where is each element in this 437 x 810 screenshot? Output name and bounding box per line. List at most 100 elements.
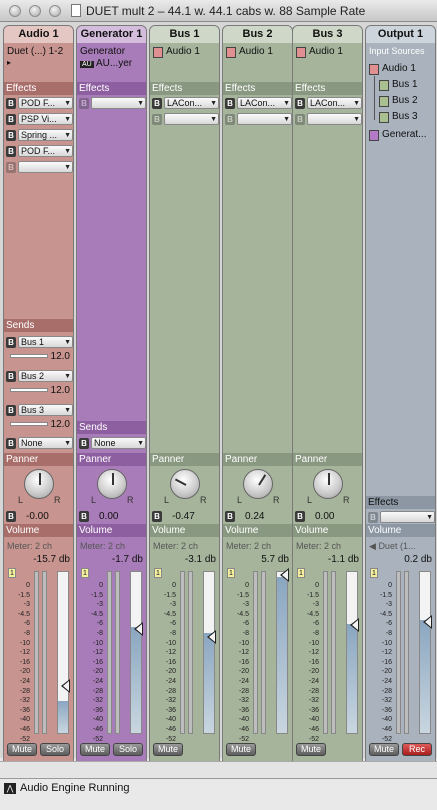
effects-header: Effects xyxy=(293,82,362,95)
channel-strip-bus-2: Bus 2 Audio 1 Effects B LACon... ▼ B ▼ Pa… xyxy=(222,25,293,783)
volume-fader-handle[interactable] xyxy=(280,568,289,582)
disclosure-triangle-icon[interactable]: ▸ xyxy=(7,58,11,67)
effect-slot-empty[interactable]: ▼ xyxy=(307,113,362,125)
volume-fader-handle[interactable] xyxy=(61,679,70,693)
send-destination-3[interactable]: Bus 3 ▼ xyxy=(18,404,73,416)
volume-fader-handle[interactable] xyxy=(350,618,359,632)
send-destination-1[interactable]: Bus 1 ▼ xyxy=(18,336,73,348)
pan-knob[interactable] xyxy=(170,469,200,499)
bypass-button[interactable]: B xyxy=(225,98,235,109)
mute-button[interactable]: Mute xyxy=(153,743,183,756)
volume-fader-track[interactable] xyxy=(203,571,215,734)
bypass-button[interactable]: B xyxy=(6,438,16,449)
volume-header: Volume xyxy=(150,524,219,537)
send-value: 12.0 xyxy=(50,351,70,362)
mute-button[interactable]: Mute xyxy=(7,743,37,756)
send-level-slider[interactable] xyxy=(10,388,48,392)
bypass-button[interactable]: B xyxy=(6,405,16,416)
bypass-button[interactable]: B xyxy=(152,114,162,125)
bypass-button[interactable]: B xyxy=(6,130,16,141)
pan-knob[interactable] xyxy=(243,469,273,499)
chevron-down-icon: ▼ xyxy=(64,100,71,107)
channel-strip-output-1: Output 1 Input Sources Audio 1 Bus 1 Bus… xyxy=(365,25,436,783)
mute-button[interactable]: Mute xyxy=(369,743,399,756)
send-level-slider[interactable] xyxy=(10,422,48,426)
send-destination-2[interactable]: Bus 2 ▼ xyxy=(18,370,73,382)
bypass-button[interactable]: B xyxy=(79,438,89,449)
input-selector[interactable]: Generator xyxy=(80,46,125,57)
bypass-button[interactable]: B xyxy=(152,98,162,109)
pan-knob[interactable] xyxy=(97,469,127,499)
bypass-button[interactable]: B xyxy=(152,511,162,522)
volume-fader-track[interactable] xyxy=(346,571,358,734)
effect-slot-1[interactable]: LACon... ▼ xyxy=(307,97,362,109)
db-scale-tick: -8 xyxy=(312,629,319,637)
record-button[interactable]: Rec xyxy=(402,743,432,756)
bypass-button[interactable]: B xyxy=(6,114,16,125)
bypass-button[interactable]: B xyxy=(225,114,235,125)
db-scale-tick: -1.5 xyxy=(90,591,103,599)
volume-fader-handle[interactable] xyxy=(134,622,143,636)
bypass-button[interactable]: B xyxy=(295,98,305,109)
effect-slot-empty[interactable]: ▼ xyxy=(237,113,292,125)
volume-fader-track[interactable] xyxy=(130,571,142,734)
effect-slot-1[interactable]: LACon... ▼ xyxy=(237,97,292,109)
mute-button[interactable]: Mute xyxy=(80,743,110,756)
send-destination-4[interactable]: None ▼ xyxy=(18,437,73,449)
solo-button[interactable]: Solo xyxy=(40,743,70,756)
db-scale-tick: -3 xyxy=(23,601,30,609)
db-scale-tick: -10 xyxy=(92,639,103,647)
pan-knob[interactable] xyxy=(24,469,54,499)
chevron-down-icon: ▼ xyxy=(137,440,144,447)
close-button[interactable] xyxy=(9,5,21,17)
bypass-button[interactable]: B xyxy=(79,98,89,109)
db-scale-tick: -10 xyxy=(165,639,176,647)
bypass-button[interactable]: B xyxy=(6,162,16,173)
effect-slot-1[interactable]: LACon... ▼ xyxy=(164,97,219,109)
send-level-slider[interactable] xyxy=(10,354,48,358)
db-scale-tick: -46 xyxy=(92,725,103,733)
bypass-button[interactable]: B xyxy=(6,337,16,348)
volume-fader-track[interactable] xyxy=(419,571,431,734)
send-destination-1[interactable]: None ▼ xyxy=(91,437,146,449)
zoom-button[interactable] xyxy=(49,5,61,17)
bypass-button[interactable]: B xyxy=(295,114,305,125)
pan-left-label: L xyxy=(237,495,243,505)
bypass-button[interactable]: B xyxy=(295,511,305,522)
horizontal-scroll-area[interactable] xyxy=(0,761,437,778)
input-selector[interactable]: Duet (...) 1-2 xyxy=(7,46,63,57)
minimize-button[interactable] xyxy=(29,5,41,17)
pan-knob[interactable] xyxy=(313,469,343,499)
effect-slot-empty[interactable]: ▼ xyxy=(18,161,73,173)
effects-header: Effects xyxy=(150,82,219,95)
db-scale-tick: -28 xyxy=(165,687,176,695)
db-scale-tick: -12 xyxy=(238,649,249,657)
solo-button[interactable]: Solo xyxy=(113,743,143,756)
effect-slot-empty[interactable]: ▼ xyxy=(164,113,219,125)
volume-fader-handle[interactable] xyxy=(207,630,216,644)
effect-slot-empty[interactable]: ▼ xyxy=(91,97,146,109)
bypass-button[interactable]: B xyxy=(368,512,378,523)
effects-header: Effects xyxy=(366,496,435,509)
effect-slot-4[interactable]: POD F... ▼ xyxy=(18,145,73,157)
generator-plugin[interactable]: AU AU...yer xyxy=(80,58,132,69)
db-scale-tick: -36 xyxy=(92,706,103,714)
bypass-button[interactable]: B xyxy=(6,98,16,109)
effect-slot-2[interactable]: PSP Vi... ▼ xyxy=(18,113,73,125)
mute-button[interactable]: Mute xyxy=(226,743,256,756)
effect-slot-3[interactable]: Spring ... ▼ xyxy=(18,129,73,141)
bypass-button[interactable]: B xyxy=(225,511,235,522)
bypass-button[interactable]: B xyxy=(6,371,16,382)
mute-button[interactable]: Mute xyxy=(296,743,326,756)
bypass-button[interactable]: B xyxy=(6,511,16,522)
db-scale-tick: 0 xyxy=(172,582,176,589)
level-meter-left xyxy=(323,571,328,734)
bypass-button[interactable]: B xyxy=(79,511,89,522)
level-meter-left xyxy=(107,571,112,734)
effect-slot-empty[interactable]: ▼ xyxy=(380,511,435,523)
volume-fader-handle[interactable] xyxy=(423,615,432,629)
effect-slot-1[interactable]: POD F... ▼ xyxy=(18,97,73,109)
volume-fader-track[interactable] xyxy=(57,571,69,734)
bypass-button[interactable]: B xyxy=(6,146,16,157)
volume-fader-track[interactable] xyxy=(276,571,288,734)
